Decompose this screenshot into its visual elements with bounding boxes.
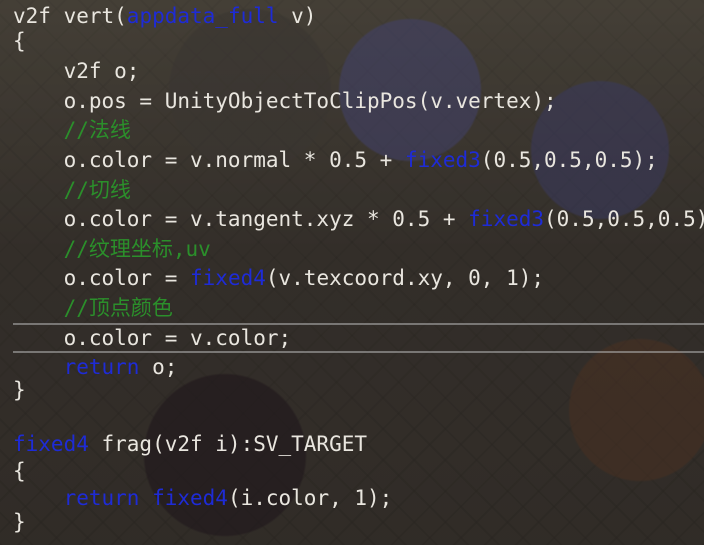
code-line-15[interactable] — [13, 402, 704, 432]
code-line-11[interactable]: //顶点颜色 — [13, 293, 704, 323]
code-token: v) — [278, 4, 317, 28]
code-line-2[interactable]: { — [13, 26, 704, 56]
code-line-5[interactable]: //法线 — [13, 115, 704, 145]
code-token: //顶点颜色 — [13, 296, 173, 320]
code-line-10[interactable]: o.color = fixed4(v.texcoord.xy, 0, 1); — [13, 263, 704, 293]
code-line-19[interactable]: } — [13, 507, 704, 537]
code-token: fixed3 — [468, 207, 545, 231]
code-line-16[interactable]: fixed4 frag(v2f i):SV_TARGET — [13, 429, 704, 459]
code-line-14[interactable]: } — [13, 375, 704, 405]
code-token: v2f o; — [13, 59, 140, 83]
code-token: o.pos = UnityObjectToClipPos(v.vertex); — [13, 89, 557, 113]
code-token: //法线 — [13, 118, 131, 142]
code-token: v2f vert( — [13, 4, 127, 28]
code-token: fixed4 — [13, 432, 89, 456]
code-line-6[interactable]: o.color = v.normal * 0.5 + fixed3(0.5,0.… — [13, 145, 704, 175]
code-token: (0.5,0.5,0.5); — [544, 207, 704, 231]
code-token: o.color = v.tangent.xyz * 0.5 + — [13, 207, 469, 231]
code-token: } — [13, 510, 26, 534]
code-token: { — [13, 29, 26, 53]
code-token: o.color = v.color; — [13, 326, 292, 350]
code-token: { — [13, 459, 26, 483]
code-token: (0.5,0.5,0.5); — [480, 148, 658, 172]
code-line-17[interactable]: { — [13, 456, 704, 486]
code-token: } — [13, 378, 26, 402]
code-editor[interactable]: v2f vert(appdata_full v) { v2f o; o.pos =… — [0, 0, 704, 545]
code-line-3[interactable]: v2f o; — [13, 56, 704, 86]
code-token: //纹理坐标,uv — [13, 237, 211, 261]
code-line-8[interactable]: o.color = v.tangent.xyz * 0.5 + fixed3(0… — [13, 204, 704, 234]
code-token: o.color = — [13, 266, 191, 290]
code-token: appdata_full — [126, 4, 279, 28]
code-token: fixed4 — [190, 266, 266, 290]
code-token: fixed3 — [404, 148, 481, 172]
code-token: (v.texcoord.xy, 0, 1); — [265, 266, 545, 290]
code-token: //切线 — [13, 178, 131, 202]
code-line-12[interactable]: o.color = v.color; — [13, 323, 704, 353]
code-token: frag(v2f i):SV_TARGET — [88, 432, 368, 456]
code-line-7[interactable]: //切线 — [13, 175, 704, 205]
code-line-9[interactable]: //纹理坐标,uv — [13, 234, 704, 264]
code-token: o.color = v.normal * 0.5 + — [13, 148, 405, 172]
code-line-4[interactable]: o.pos = UnityObjectToClipPos(v.vertex); — [13, 86, 704, 116]
